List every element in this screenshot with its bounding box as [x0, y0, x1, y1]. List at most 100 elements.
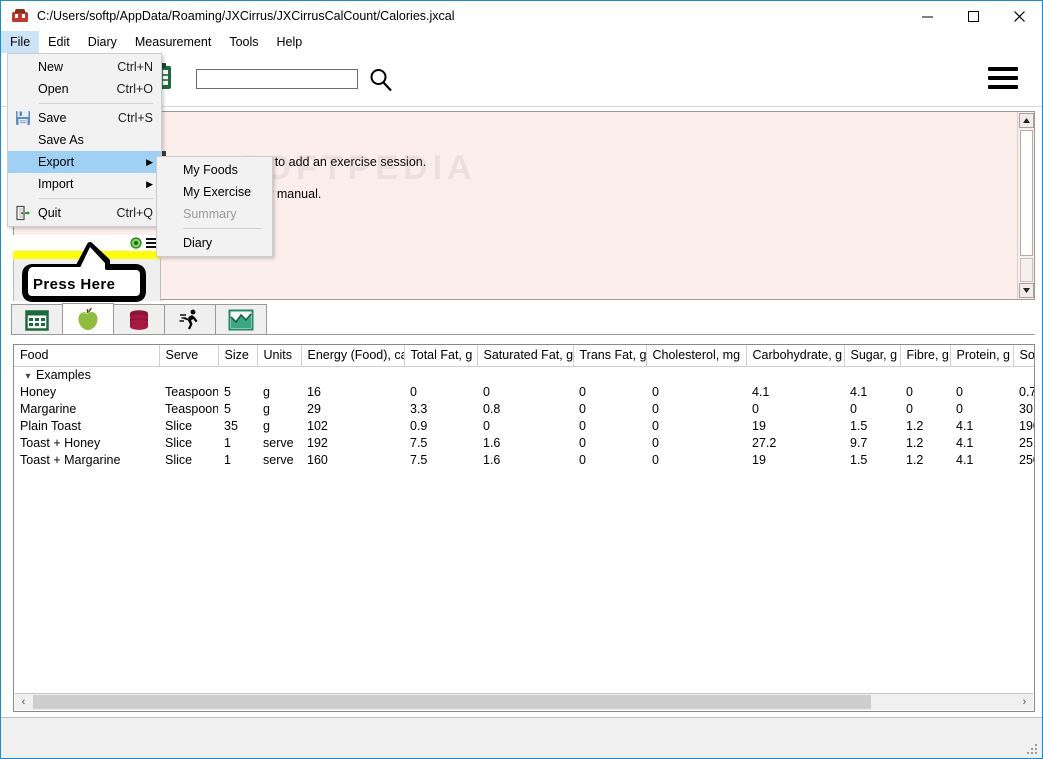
- cell-size: 5: [224, 402, 231, 416]
- database-icon: [130, 309, 148, 330]
- cell-serve: Slice: [165, 419, 193, 433]
- cell-sodium: 190: [1019, 419, 1034, 433]
- menu-item-import-label: Import: [38, 177, 74, 191]
- column-header-serve[interactable]: Serve: [159, 345, 219, 367]
- cell-fibre: 1.2: [906, 419, 924, 433]
- vertical-scroll-thumb[interactable]: [1020, 130, 1033, 256]
- column-header-units[interactable]: Units: [257, 345, 302, 367]
- cell-energy: 192: [307, 436, 328, 450]
- submenu-item-diary[interactable]: Diary: [157, 232, 272, 254]
- cell-sugar: 4.1: [850, 385, 868, 399]
- menu-item-open-accel: Ctrl+O: [116, 82, 153, 96]
- table-row[interactable]: Plain Toast Slice 35 g 102 0.9 0 0 0 19 …: [14, 418, 1034, 435]
- cell-size: 1: [224, 436, 231, 450]
- close-button[interactable]: [996, 1, 1042, 31]
- tab-chart[interactable]: [215, 304, 267, 334]
- hamburger-menu-icon[interactable]: [988, 67, 1018, 89]
- search-input[interactable]: [196, 69, 358, 89]
- cell-fibre: 0: [906, 385, 913, 399]
- cell-serve: [159, 367, 218, 384]
- menu-item-export[interactable]: Export ▶: [8, 151, 161, 173]
- tab-diary[interactable]: [11, 304, 63, 334]
- menubar-item-tools[interactable]: Tools: [220, 31, 267, 53]
- minimize-button[interactable]: [904, 1, 950, 31]
- menubar-item-file[interactable]: File: [1, 31, 40, 53]
- save-icon: [8, 110, 38, 126]
- column-header-food[interactable]: Food: [14, 345, 160, 367]
- menu-item-new[interactable]: New Ctrl+N: [8, 56, 161, 78]
- column-header-cholesterol[interactable]: Cholesterol, mg: [646, 345, 747, 367]
- cell-carbohydrate: 19: [752, 419, 766, 433]
- chevron-left-icon[interactable]: ‹: [15, 694, 32, 710]
- menu-separator: [183, 228, 262, 229]
- column-header-trans-fat[interactable]: Trans Fat, g: [573, 345, 647, 367]
- tree-collapse-icon[interactable]: ▾: [20, 371, 36, 382]
- cell-food: Toast + Honey: [20, 436, 101, 450]
- group-row-label[interactable]: ▾ Examples: [14, 367, 159, 384]
- cell-serve: Slice: [165, 453, 193, 467]
- menu-item-quit[interactable]: Quit Ctrl+Q: [8, 202, 161, 224]
- cell-energy: 160: [307, 453, 328, 467]
- table-row[interactable]: Honey Teaspoon 5 g 16 0 0 0 0 4.1 4.1 0 …: [14, 384, 1034, 401]
- column-header-saturated-fat[interactable]: Saturated Fat, g: [477, 345, 574, 367]
- food-table: Food Serve Size Units Energy (Food), cal…: [14, 345, 1034, 469]
- menubar-item-help[interactable]: Help: [268, 31, 312, 53]
- food-table-panel: Food Serve Size Units Energy (Food), cal…: [13, 344, 1035, 712]
- menubar-item-measurement[interactable]: Measurement: [126, 31, 220, 53]
- cell-saturated-fat: 1.6: [483, 436, 501, 450]
- cell-saturated-fat: 0.8: [483, 402, 501, 416]
- cell-saturated-fat: [477, 367, 573, 384]
- table-row[interactable]: Margarine Teaspoon 5 g 29 3.3 0.8 0 0 0 …: [14, 401, 1034, 418]
- cell-units: g: [263, 402, 270, 416]
- column-header-fibre[interactable]: Fibre, g: [900, 345, 951, 367]
- calendar-icon: [25, 309, 49, 331]
- cell-sodium: 30: [1019, 402, 1033, 416]
- cell-food: Toast + Margarine: [20, 453, 121, 467]
- horizontal-scroll-thumb[interactable]: [33, 695, 871, 709]
- callout-label: Press Here: [33, 276, 116, 293]
- menu-item-save-as[interactable]: Save As: [8, 129, 161, 151]
- cell-trans-fat: [573, 367, 646, 384]
- cell-fibre: 1.2: [906, 453, 924, 467]
- chevron-right-icon[interactable]: ›: [1016, 694, 1033, 710]
- table-row[interactable]: Toast + Honey Slice 1 serve 192 7.5 1.6 …: [14, 435, 1034, 452]
- submenu-item-my-exercise[interactable]: My Exercise: [157, 181, 272, 203]
- column-header-total-fat[interactable]: Total Fat, g: [404, 345, 478, 367]
- tab-exercise[interactable]: [164, 304, 216, 334]
- cell-food: Honey: [20, 385, 57, 399]
- resize-grip[interactable]: [1027, 744, 1038, 755]
- menu-item-import[interactable]: Import ▶: [8, 173, 161, 195]
- cell-serve: Slice: [165, 436, 193, 450]
- status-bar: [1, 717, 1042, 758]
- menubar-item-edit[interactable]: Edit: [39, 31, 79, 53]
- column-header-sodium[interactable]: Sodium: [1013, 345, 1034, 367]
- tab-database[interactable]: [113, 304, 165, 334]
- welcome-vertical-scrollbar[interactable]: [1017, 112, 1034, 299]
- table-row[interactable]: Toast + Margarine Slice 1 serve 160 7.5 …: [14, 452, 1034, 469]
- welcome-title: alCount...: [26, 118, 1009, 133]
- column-header-energy[interactable]: Energy (Food), cal: [301, 345, 405, 367]
- table-row[interactable]: ▾ Examples: [14, 367, 1034, 384]
- table-horizontal-scrollbar[interactable]: ‹ ›: [15, 693, 1033, 710]
- scroll-up-icon[interactable]: [1019, 113, 1034, 128]
- cell-trans-fat: 0: [579, 419, 586, 433]
- cell-saturated-fat: 0: [483, 385, 490, 399]
- column-header-sugar[interactable]: Sugar, g: [844, 345, 901, 367]
- cell-food: Margarine: [20, 402, 77, 416]
- submenu-item-my-foods[interactable]: My Foods: [157, 159, 272, 181]
- vertical-scroll-track[interactable]: [1020, 258, 1033, 282]
- column-header-carbohydrate[interactable]: Carbohydrate, g: [746, 345, 845, 367]
- cell-sugar: 0: [850, 402, 857, 416]
- menu-separator: [39, 103, 153, 104]
- menu-item-save[interactable]: Save Ctrl+S: [8, 107, 161, 129]
- tab-foods[interactable]: [62, 303, 114, 334]
- column-header-size[interactable]: Size: [218, 345, 258, 367]
- menubar-item-diary[interactable]: Diary: [79, 31, 126, 53]
- scroll-down-icon[interactable]: [1019, 283, 1034, 298]
- cell-carbohydrate: [746, 367, 844, 384]
- search-icon[interactable]: [368, 67, 394, 93]
- cell-units: serve: [263, 436, 294, 450]
- maximize-button[interactable]: [950, 1, 996, 31]
- menu-item-open[interactable]: Open Ctrl+O: [8, 78, 161, 100]
- column-header-protein[interactable]: Protein, g: [950, 345, 1014, 367]
